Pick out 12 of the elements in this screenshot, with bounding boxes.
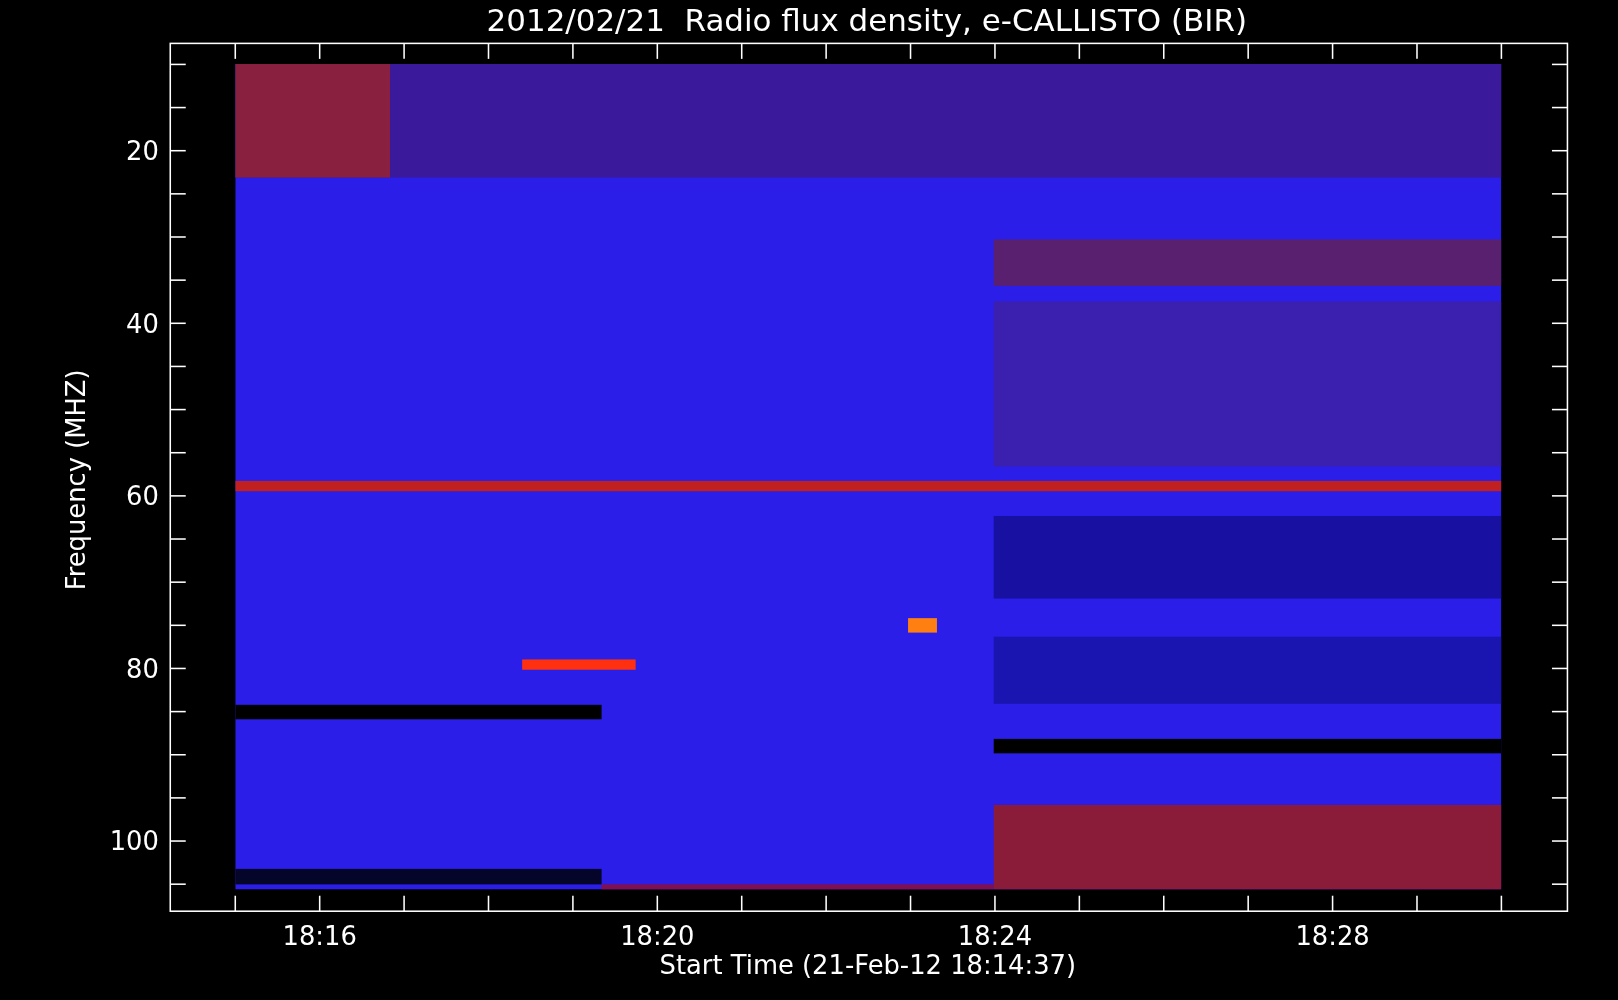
tick-label: 80 [126, 653, 159, 684]
tick-label: 40 [126, 308, 159, 339]
tick-label: 100 [109, 826, 159, 857]
tick-label: 18:28 [1295, 921, 1370, 952]
tick-label: 20 [126, 136, 159, 166]
tick-label: 18:16 [282, 921, 357, 952]
axis-title: Frequency (MHZ) [60, 369, 91, 591]
tick-label: 18:24 [957, 921, 1033, 952]
chart-title: 2012/02/21 Radio flux density, e-CALLISTO (BIR) [486, 2, 1247, 38]
tick-label: 60 [126, 481, 159, 512]
tick-label: 18:20 [620, 921, 695, 952]
axis-title: Start Time (21-Feb-12 18:14:37) [659, 950, 1077, 981]
